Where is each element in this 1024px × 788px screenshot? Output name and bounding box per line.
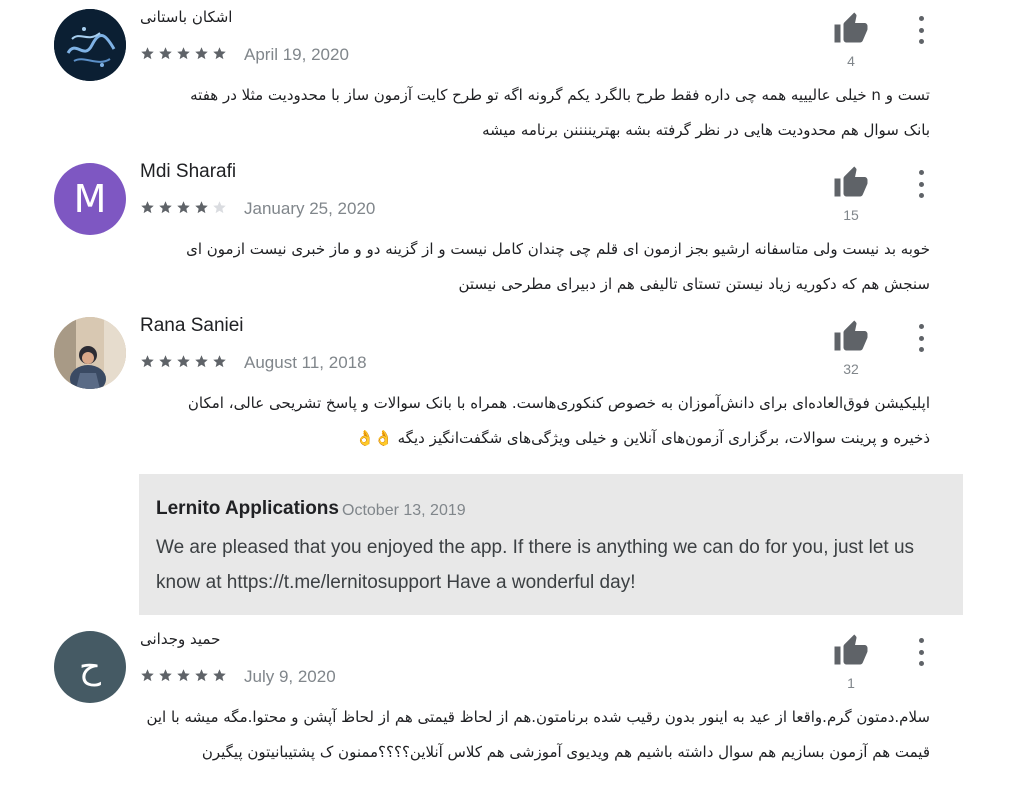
star-icon: [212, 354, 227, 369]
star-icon: [158, 668, 173, 683]
thumbs-up-icon[interactable]: [833, 165, 869, 201]
avatar: [54, 317, 126, 389]
avatar: M: [54, 163, 126, 235]
star-icon: [140, 668, 155, 683]
avatar-letter: M: [73, 177, 107, 221]
calligraphy-avatar-image: [54, 9, 126, 81]
more-vert-icon[interactable]: [910, 321, 932, 355]
star-icon: [176, 668, 191, 683]
review-date: July 9, 2020: [244, 667, 336, 686]
reviewer-name: حمید وجدانی: [140, 630, 221, 648]
star-icon: [176, 200, 191, 215]
helpful-count: 1: [847, 675, 855, 691]
review-date: January 25, 2020: [244, 199, 376, 218]
rating-stars: [140, 354, 227, 369]
review-date: April 19, 2020: [244, 45, 349, 64]
rating-stars: [140, 668, 227, 683]
star-icon: [176, 46, 191, 61]
star-icon: [158, 354, 173, 369]
review-text: اپلیکیشن فوق‌العاده‌ای برای دانش‌آموزان …: [138, 386, 930, 456]
reviewer-name: Mdi Sharafi: [140, 161, 237, 182]
star-icon: [158, 46, 173, 61]
review-text-line: خوبه بد نیست ولی متاسفانه ارشیو بجز ازمو…: [186, 240, 930, 258]
review-text-line: اپلیکیشن فوق‌العاده‌ای برای دانش‌آموزان …: [187, 394, 930, 412]
more-vert-icon[interactable]: [910, 635, 932, 669]
thumbs-up-icon[interactable]: [833, 633, 869, 669]
star-icon: [212, 668, 227, 683]
review-text-line: سنجش هم که دکوریه زیاد نیستن تستای تالیف…: [458, 275, 930, 293]
review-text: خوبه بد نیست ولی متاسفانه ارشیو بجز ازمو…: [138, 232, 930, 302]
review-text: تست و n خیلی عالیییه همه چی داره فقط طرح…: [138, 78, 930, 148]
star-icon: [212, 46, 227, 61]
rating-stars: [140, 200, 227, 215]
star-icon: [194, 200, 209, 215]
review-text-line: تست و n خیلی عالیییه همه چی داره فقط طرح…: [190, 86, 930, 104]
more-vert-icon[interactable]: [910, 13, 932, 47]
star-icon: [140, 200, 155, 215]
star-icon: [140, 46, 155, 61]
review-text-line: سلام.دمتون گرم.واقعا از عید به اینور بدو…: [146, 708, 930, 726]
star-icon: [140, 354, 155, 369]
profile-photo: [54, 317, 126, 389]
star-icon: [194, 46, 209, 61]
star-icon: [158, 200, 173, 215]
review-text: سلام.دمتون گرم.واقعا از عید به اینور بدو…: [138, 700, 930, 770]
reply-author: Lernito Applications: [156, 498, 339, 519]
star-icon: [176, 354, 191, 369]
avatar: [54, 9, 126, 81]
review-text-line: بانک سوال هم محدودیت هایی در نظر گرفته ب…: [482, 121, 930, 139]
helpful-count: 32: [843, 361, 859, 377]
review-card: اشکان باستانی April 19, 2020 4 تست و n خ…: [0, 0, 1024, 160]
review-text-line: ذخیره و پرینت سوالات، برگزاری آزمون‌های …: [355, 429, 931, 447]
more-vert-icon[interactable]: [910, 167, 932, 201]
reply-date: October 13, 2019: [342, 502, 466, 519]
helpful-count: 15: [843, 207, 859, 223]
rating-stars: [140, 46, 227, 61]
star-icon: [194, 354, 209, 369]
star-icon: [194, 668, 209, 683]
developer-reply: Lernito Applications October 13, 2019 We…: [139, 474, 963, 615]
helpful-count: 4: [847, 53, 855, 69]
review-date: August 11, 2018: [244, 353, 367, 372]
reviewer-name: اشکان باستانی: [140, 8, 233, 26]
thumbs-up-icon[interactable]: [833, 11, 869, 47]
avatar: ح: [54, 631, 126, 703]
reply-text: We are pleased that you enjoyed the app.…: [156, 537, 915, 593]
thumbs-up-icon[interactable]: [833, 319, 869, 355]
star-icon: [212, 200, 227, 215]
avatar-letter: ح: [79, 647, 101, 687]
reviewer-name: Rana Saniei: [140, 315, 244, 336]
review-text-line: قیمت هم آزمون بسازیم هم سوال داشته باشیم…: [201, 743, 930, 761]
